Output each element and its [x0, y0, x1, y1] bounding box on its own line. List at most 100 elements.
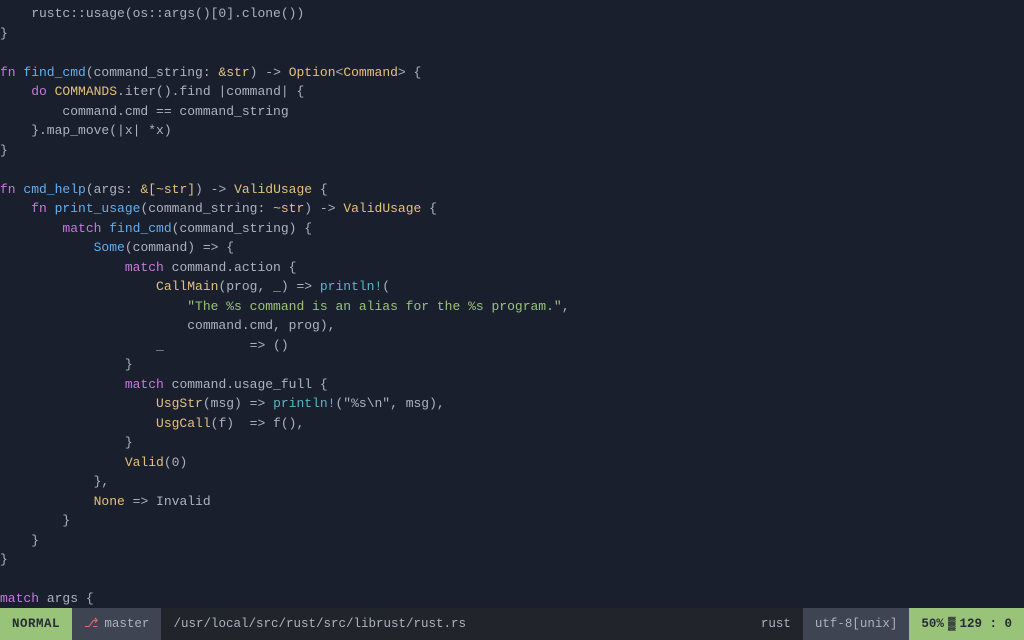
token: print_usage [55, 201, 141, 216]
token: .iter().find |command| { [117, 84, 304, 99]
token: } [0, 435, 133, 450]
token: Some [94, 240, 125, 255]
code-line: command.cmd == command_string [0, 102, 1024, 122]
code-line: _ => () [0, 336, 1024, 356]
token: rustc::usage(os::args()[0].clone()) [0, 6, 304, 21]
token [0, 416, 156, 431]
token [0, 494, 94, 509]
token: (command_string) { [172, 221, 312, 236]
code-line: None => Invalid [0, 492, 1024, 512]
token [0, 279, 156, 294]
token: => () [172, 338, 289, 353]
code-line: fn find_cmd(command_string: &str) -> Opt… [0, 63, 1024, 83]
token [0, 221, 62, 236]
code-line: fn print_usage(command_string: ~str) -> … [0, 199, 1024, 219]
code-line: } [0, 24, 1024, 44]
token: &[~str] [140, 182, 195, 197]
token: fn [0, 65, 23, 80]
code-editor: rustc::usage(os::args()[0].clone())} fn … [0, 0, 1024, 608]
code-line: rustc::usage(os::args()[0].clone()) [0, 4, 1024, 24]
token: } [0, 26, 8, 41]
token: { [421, 201, 437, 216]
token: } [0, 143, 8, 158]
code-line: } [0, 531, 1024, 551]
token: match [125, 260, 172, 275]
code-line [0, 160, 1024, 180]
token: Valid [125, 455, 164, 470]
token: cmd_help [23, 182, 85, 197]
token: command.cmd, prog), [0, 318, 335, 333]
token: > { [398, 65, 421, 80]
token: match [0, 591, 47, 606]
token: fn [0, 182, 23, 197]
code-line: Some(command) => { [0, 238, 1024, 258]
cursor-icon: ▓ [948, 615, 956, 634]
token: match [125, 377, 172, 392]
line-col: 129 : 0 [959, 615, 1012, 634]
token: (msg) => [203, 396, 273, 411]
token: command.action { [172, 260, 297, 275]
status-bar: NORMAL ⎇ master /usr/local/src/rust/src/… [0, 608, 1024, 640]
token: ValidUsage [234, 182, 312, 197]
code-line: match args { [0, 589, 1024, 608]
code-line: } [0, 550, 1024, 570]
token: Command [343, 65, 398, 80]
code-line: } [0, 141, 1024, 161]
token: } [0, 513, 70, 528]
token: (prog, _) => [218, 279, 319, 294]
token: UsgStr [156, 396, 203, 411]
language-indicator: rust [749, 608, 803, 640]
token: ( [382, 279, 390, 294]
percent-value: 50% [921, 615, 944, 634]
token: "The %s command is an alias for the %s p… [187, 299, 561, 314]
token: ) -> [195, 182, 234, 197]
token: { [312, 182, 328, 197]
token [0, 396, 156, 411]
code-line: }, [0, 472, 1024, 492]
code-line: UsgCall(f) => f(), [0, 414, 1024, 434]
token: } [0, 533, 39, 548]
token: COMMANDS [55, 84, 117, 99]
token: } [0, 552, 8, 567]
token: &str [218, 65, 249, 80]
token: UsgCall [156, 416, 211, 431]
code-line: match command.usage_full { [0, 375, 1024, 395]
token: (f) => f(), [211, 416, 305, 431]
token: match [62, 221, 109, 236]
code-line: } [0, 511, 1024, 531]
token: find_cmd [23, 65, 85, 80]
token: (args: [86, 182, 141, 197]
token: (command) => { [125, 240, 234, 255]
token: CallMain [156, 279, 218, 294]
token: command.cmd == command_string [0, 104, 289, 119]
token: fn [31, 201, 54, 216]
token: do [31, 84, 54, 99]
code-line [0, 43, 1024, 63]
token: println! [320, 279, 382, 294]
code-line: }.map_move(|x| *x) [0, 121, 1024, 141]
token: , [562, 299, 570, 314]
code-line: } [0, 433, 1024, 453]
code-line [0, 570, 1024, 590]
code-line: } [0, 355, 1024, 375]
token [0, 240, 94, 255]
branch-name: master [104, 615, 149, 634]
code-line: "The %s command is an alias for the %s p… [0, 297, 1024, 317]
code-line: fn cmd_help(args: &[~str]) -> ValidUsage… [0, 180, 1024, 200]
token: _ [0, 338, 172, 353]
token: } [0, 357, 133, 372]
vim-mode: NORMAL [0, 608, 72, 640]
git-icon: ⎇ [84, 615, 98, 634]
file-path: /usr/local/src/rust/src/librust/rust.rs [161, 615, 748, 634]
scroll-percent: 50% ▓ 129 : 0 [909, 608, 1024, 640]
code-line: match find_cmd(command_string) { [0, 219, 1024, 239]
token: println! [273, 396, 335, 411]
token: ("%s\n", msg), [335, 396, 444, 411]
token: (0) [164, 455, 187, 470]
token: (command_string: [140, 201, 273, 216]
token: Option [289, 65, 336, 80]
token: ) -> [250, 65, 289, 80]
token: args { [47, 591, 94, 606]
token [0, 377, 125, 392]
code-line: do COMMANDS.iter().find |command| { [0, 82, 1024, 102]
